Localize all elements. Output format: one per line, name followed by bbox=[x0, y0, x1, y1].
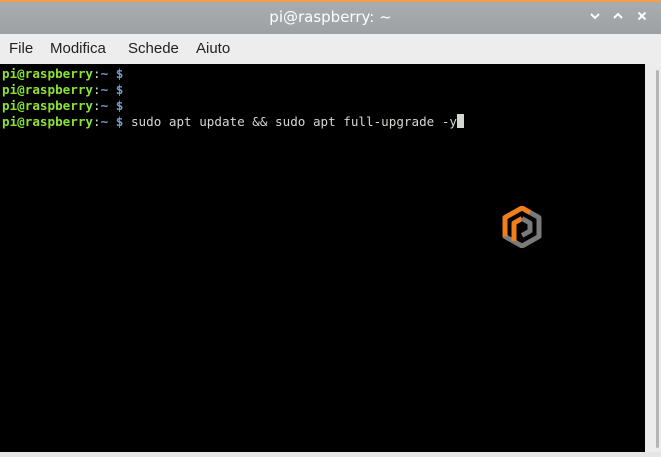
prompt-user-host: pi@raspberry bbox=[2, 114, 93, 129]
vertical-scrollbar[interactable] bbox=[645, 64, 661, 452]
menu-modifica[interactable]: Modifica bbox=[50, 40, 106, 57]
menu-schede[interactable]: Schede bbox=[128, 40, 179, 57]
prompt-colon: : bbox=[93, 82, 101, 97]
title-bar[interactable]: pi@raspberry: ~ bbox=[0, 2, 661, 34]
chevron-down-icon bbox=[590, 13, 600, 20]
menu-file[interactable]: File bbox=[9, 40, 33, 57]
terminal-line: pi@raspberry:~ $ sudo apt update && sudo… bbox=[0, 114, 645, 130]
scrollbar-thumb[interactable] bbox=[656, 70, 659, 448]
close-button[interactable] bbox=[633, 7, 651, 27]
close-icon bbox=[637, 11, 647, 21]
prompt-user-host: pi@raspberry bbox=[2, 82, 93, 97]
prompt-dollar: $ bbox=[115, 98, 124, 113]
prompt-colon: : bbox=[93, 98, 101, 113]
terminal-window: pi@raspberry: ~ File Modifica Schede Aiu… bbox=[0, 0, 661, 457]
prompt-path: ~ bbox=[100, 66, 109, 81]
chevron-up-icon bbox=[613, 12, 623, 19]
minimize-button[interactable] bbox=[586, 7, 604, 27]
command-text: sudo apt update && sudo apt full-upgrade… bbox=[130, 114, 457, 129]
prompt-user-host: pi@raspberry bbox=[2, 98, 93, 113]
prompt-dollar: $ bbox=[115, 114, 124, 129]
terminal-line: pi@raspberry:~ $ bbox=[0, 66, 645, 82]
prompt-colon: : bbox=[93, 114, 101, 129]
prompt-path: ~ bbox=[100, 82, 109, 97]
menu-bar: File Modifica Schede Aiuto bbox=[0, 34, 661, 64]
window-title: pi@raspberry: ~ bbox=[269, 8, 392, 26]
menu-aiuto[interactable]: Aiuto bbox=[196, 40, 230, 57]
prompt-user-host: pi@raspberry bbox=[2, 66, 93, 81]
prompt-path: ~ bbox=[100, 98, 109, 113]
terminal-output[interactable]: pi@raspberry:~ $ pi@raspberry:~ $ pi@ras… bbox=[0, 64, 645, 452]
maximize-button[interactable] bbox=[609, 7, 627, 27]
text-cursor bbox=[457, 114, 464, 128]
prompt-dollar: $ bbox=[115, 66, 124, 81]
terminal-line: pi@raspberry:~ $ bbox=[0, 98, 645, 114]
prompt-colon: : bbox=[93, 66, 101, 81]
prompt-dollar: $ bbox=[115, 82, 124, 97]
terminal-line: pi@raspberry:~ $ bbox=[0, 82, 645, 98]
hexagon-logo-icon bbox=[502, 206, 542, 248]
prompt-path: ~ bbox=[100, 114, 109, 129]
